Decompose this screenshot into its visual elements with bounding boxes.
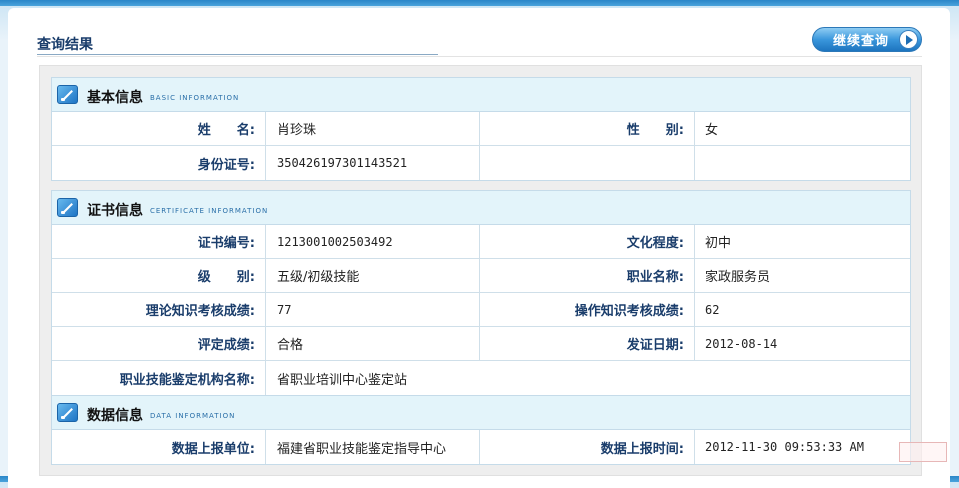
title-divider (37, 54, 438, 55)
org-label: 职业技能鉴定机构名称: (52, 361, 266, 395)
certificate-info-section: 证书信息 CERTIFICATE INFORMATION 证书编号: 12130… (51, 190, 911, 396)
table-row: 数据上报单位: 福建省职业技能鉴定指导中心 数据上报时间: 2012-11-30… (52, 430, 910, 464)
report-unit-label: 数据上报单位: (52, 430, 266, 464)
data-info-subtitle: DATA INFORMATION (150, 412, 236, 420)
occupation-value: 家政服务员 (705, 270, 771, 285)
level-label: 级 别: (52, 259, 266, 292)
theory-score-value: 77 (266, 293, 480, 326)
certificate-number-label: 证书编号: (52, 225, 266, 258)
issue-date-label: 发证日期: (480, 327, 695, 360)
rating-label: 评定成绩: (52, 327, 266, 360)
data-info-header: 数据信息 DATA INFORMATION (52, 396, 910, 430)
basic-info-subtitle: BASIC INFORMATION (150, 94, 240, 102)
certificate-info-header: 证书信息 CERTIFICATE INFORMATION (52, 191, 910, 225)
report-unit-value: 福建省职业技能鉴定指导中心 (266, 430, 480, 464)
level-value: 五级/初级技能 (266, 259, 480, 292)
table-row: 证书编号: 1213001002503492 文化程度: 初中 (52, 225, 910, 259)
name-value: 肖珍珠 (266, 112, 480, 145)
report-time-label: 数据上报时间: (480, 430, 695, 464)
gender-value: 女 (705, 123, 719, 138)
id-number-value: 350426197301143521 (266, 146, 480, 180)
practice-score-value: 62 (705, 302, 720, 317)
empty-cell (695, 146, 910, 180)
certificate-number-value: 1213001002503492 (266, 225, 480, 258)
certificate-info-subtitle: CERTIFICATE INFORMATION (150, 207, 269, 215)
basic-info-header: 基本信息 BASIC INFORMATION (52, 78, 910, 112)
org-value: 省职业培训中心鉴定站 (277, 372, 408, 388)
continue-query-label: 继续查询 (833, 34, 890, 49)
table-row: 评定成绩: 合格 发证日期: 2012-08-14 (52, 327, 910, 361)
continue-query-button[interactable]: 继续查询 (812, 27, 922, 52)
basic-info-title: 基本信息 (87, 90, 143, 106)
id-number-label: 身份证号: (52, 146, 266, 180)
table-row: 理论知识考核成绩: 77 操作知识考核成绩: 62 (52, 293, 910, 327)
name-label: 姓 名: (52, 112, 266, 145)
practice-score-label: 操作知识考核成绩: (480, 293, 695, 326)
empty-cell (480, 146, 695, 180)
report-time-value: 2012-11-30 09:53:33 AM (705, 440, 864, 454)
pencil-icon (57, 198, 78, 217)
title-divider-long (37, 56, 922, 57)
pencil-icon (57, 85, 78, 104)
issue-date-value: 2012-08-14 (705, 336, 778, 351)
education-value: 初中 (705, 236, 732, 251)
basic-info-section: 基本信息 BASIC INFORMATION 姓 名: 肖珍珠 性 别: 女 身… (51, 77, 911, 181)
play-circle-icon (899, 30, 918, 49)
page-title: 查询结果 (37, 37, 93, 53)
table-row: 级 别: 五级/初级技能 职业名称: 家政服务员 (52, 259, 910, 293)
watermark-stamp (899, 442, 947, 462)
pencil-icon (57, 403, 78, 422)
gender-label: 性 别: (480, 112, 695, 145)
table-row: 身份证号: 350426197301143521 (52, 146, 910, 180)
occupation-label: 职业名称: (480, 259, 695, 292)
table-row: 姓 名: 肖珍珠 性 别: 女 (52, 112, 910, 146)
data-info-section: 数据信息 DATA INFORMATION 数据上报单位: 福建省职业技能鉴定指… (51, 395, 911, 465)
data-info-title: 数据信息 (87, 408, 143, 424)
certificate-info-title: 证书信息 (87, 203, 143, 219)
education-label: 文化程度: (480, 225, 695, 258)
rating-value: 合格 (266, 327, 480, 360)
table-row: 职业技能鉴定机构名称: 省职业培训中心鉴定站 (52, 361, 910, 395)
theory-score-label: 理论知识考核成绩: (52, 293, 266, 326)
